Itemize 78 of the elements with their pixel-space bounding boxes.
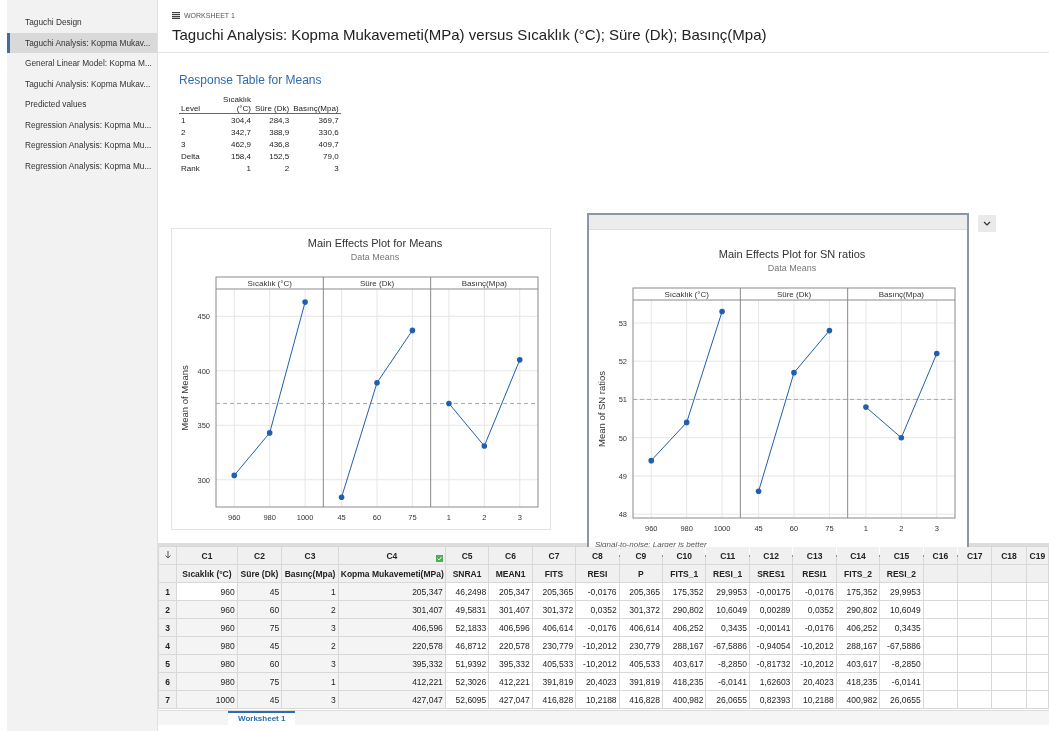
panel-header: Sıcaklık (°C) [664, 290, 709, 299]
sidebar-item[interactable]: Predicted values [7, 94, 157, 115]
table-cell-text: 409,7 [317, 138, 340, 150]
column-id[interactable]: C5 [461, 550, 473, 561]
data-point [409, 327, 416, 334]
data-point [863, 404, 869, 410]
table-title: Response Table for Means [179, 73, 323, 87]
data-point [683, 419, 690, 426]
column-id[interactable]: C1 [201, 550, 213, 561]
table-cell-text: 342,7 [229, 126, 252, 138]
table-cell-text: 3 [333, 162, 340, 174]
table-cell-text: 2 [283, 162, 291, 174]
sheet-tab[interactable]: Worksheet 1 [228, 711, 296, 725]
table-cell-text: 3 [180, 138, 187, 150]
column-header: Süre (Dk) [253, 95, 292, 114]
sidebar-item[interactable]: Taguchi Analysis: Kopma Mukav... [7, 73, 157, 94]
data-point [338, 494, 345, 500]
panel-header: Basınç(Mpa) [878, 290, 924, 299]
data-point [719, 308, 725, 315]
table-cell-text: 2 [180, 126, 187, 138]
sidebar-item[interactable]: General Linear Model: Kopma M... [7, 53, 157, 74]
output-title: Taguchi Analysis: Kopma Mukavemeti(MPa) versus Sıcaklık (°C); Süre (Dk); Basınç(Mpa) [172, 26, 768, 43]
sidebar-item[interactable]: Taguchi Analysis: Kopma Mukav... [7, 32, 157, 53]
data-point [516, 357, 523, 363]
axis-label: Mean of Means [179, 365, 190, 431]
chart-subtitle: Data Means [350, 252, 400, 262]
table-cell: 369,7 [291, 113, 341, 126]
table-cell-text: 330,6 [317, 126, 340, 138]
sidebar-item[interactable]: Taguchi Design [7, 12, 157, 33]
table-cell-text: 462,9 [229, 138, 252, 150]
data-point [302, 299, 308, 305]
data-point [933, 350, 940, 357]
panel-header: Süre (Dk) [776, 290, 812, 299]
data-point [826, 327, 833, 334]
table-cell-text: 79,0 [322, 150, 340, 162]
table-cell-text: 388,9 [268, 126, 291, 138]
table-cell: 284,3 [253, 113, 292, 126]
data-point [481, 443, 488, 449]
sidebar-item[interactable]: Regression Analysis: Kopma Mu... [7, 155, 157, 176]
column-id[interactable]: C3 [304, 550, 316, 561]
data-point [231, 472, 238, 479]
panel-header: Süre (Dk) [359, 279, 395, 288]
panel-header: Basınç(Mpa) [461, 279, 507, 288]
axis-label: Mean of SN ratios [596, 371, 607, 447]
data-point [648, 457, 655, 464]
chevron-icon [983, 221, 991, 226]
panel-header: Sıcaklık (°C) [247, 279, 292, 288]
check-icon [435, 555, 443, 562]
table-cell-text: Rank [180, 162, 201, 174]
table-cell: 304,4 [213, 113, 253, 126]
column-id[interactable]: C4 [386, 550, 398, 561]
table-cell: 1 [179, 113, 213, 126]
column-header: Sıcaklık (°C) [213, 95, 253, 114]
data-point [898, 434, 905, 441]
table-cell-text: 436,8 [268, 138, 291, 150]
table-cell-text: 158,4 [229, 150, 252, 162]
data-point [755, 488, 762, 495]
table-cell-text: 152,5 [268, 150, 291, 162]
chart-subtitle: Data Means [767, 263, 817, 273]
column-id[interactable]: C7 [548, 550, 560, 561]
column-header: Level [179, 95, 213, 114]
chart-title: Main Effects Plot for SN ratios [718, 248, 866, 260]
data-point [266, 430, 273, 436]
table-cell-text: 1 [245, 162, 252, 174]
dropdown-button[interactable] [978, 215, 996, 232]
list-icon [172, 12, 180, 19]
chart-footnote: Signal-to-noise: Larger is better [594, 540, 708, 551]
column-id[interactable]: C2 [254, 550, 265, 561]
chart-title: Main Effects Plot for Means [307, 237, 443, 249]
sidebar-item[interactable]: Regression Analysis: Kopma Mu... [7, 135, 157, 156]
arrow-down-icon [164, 550, 171, 559]
data-point [446, 400, 452, 407]
column-header: Basınç(Mpa) [291, 95, 341, 114]
data-point [374, 379, 380, 386]
sidebar-item[interactable]: Regression Analysis: Kopma Mu... [7, 114, 157, 135]
column-id[interactable]: C6 [505, 550, 516, 561]
table-cell-text: Delta [180, 150, 201, 162]
data-point [791, 369, 797, 376]
